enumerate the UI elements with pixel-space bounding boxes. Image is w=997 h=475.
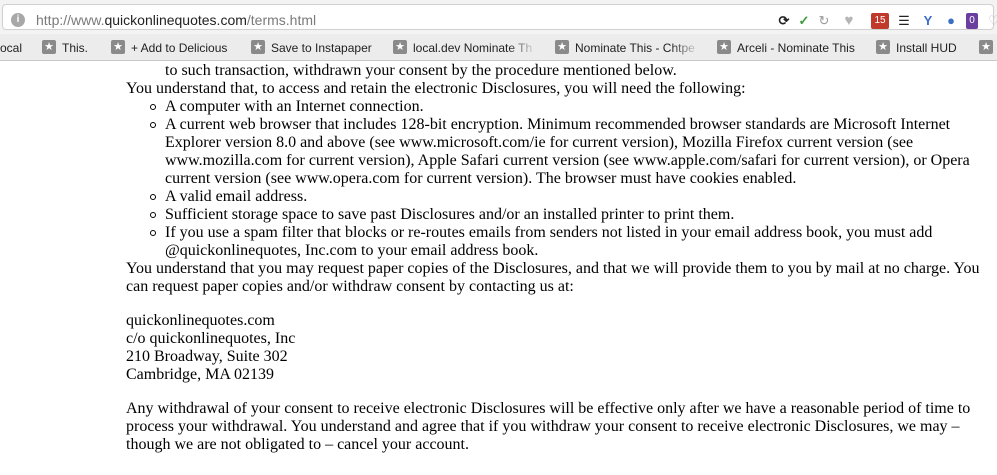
contact-address-line: 210 Broadway, Suite 302 xyxy=(126,348,288,365)
purple-extension-icon[interactable]: 0 xyxy=(966,13,978,29)
calendar-badge-count: 15 xyxy=(874,15,886,26)
checkmark-extension-icon[interactable]: ✓ xyxy=(796,13,812,29)
list-item-browser-cont: www.mozilla.com for current version), Ap… xyxy=(165,152,970,169)
list-item-computer: A computer with an Internet connection. xyxy=(165,98,424,115)
contact-address-line: quickonlinequotes.com xyxy=(126,312,275,329)
bookmarks-bar: ocal ★ This. ★ + Add to Delicious ★ Save to… xyxy=(0,34,997,61)
bookmark-add-to-delicious[interactable]: ★ + Add to Delicious xyxy=(111,38,227,56)
bookmark-label: + Add to Delicious xyxy=(131,40,228,55)
globe-icon[interactable]: ● xyxy=(943,13,959,29)
refresh-sync-icon[interactable]: ⟳ xyxy=(776,13,792,29)
address-bar: i http://www.quickonlinequotes.com/terms… xyxy=(0,0,997,34)
withdrawal-paragraph: Any withdrawal of your consent to receiv… xyxy=(126,400,971,417)
bookmark-label: Nominate This - Chtpe xyxy=(575,40,695,55)
url-text[interactable]: http://www.quickonlinequotes.com/terms.h… xyxy=(36,12,316,28)
bookmark-label: ocal xyxy=(0,40,23,55)
list-bullet xyxy=(150,230,156,236)
bookmark-label: Install HUD xyxy=(896,40,957,55)
contact-address-line: Cambridge, MA 02139 xyxy=(126,366,274,383)
heart-outline-icon[interactable]: ♡ xyxy=(986,13,997,29)
bookmark-label: local.dev Nominate Th xyxy=(413,40,533,55)
bookmark-local-dev-nominate[interactable]: ★ local.dev Nominate Th xyxy=(393,38,537,56)
star-icon: ★ xyxy=(111,39,125,54)
heart-icon[interactable]: ♥ xyxy=(841,13,857,29)
bookmark-save-to-instapaper[interactable]: ★ Save to Instapaper xyxy=(251,38,372,56)
list-item-email: A valid email address. xyxy=(165,188,308,205)
bookmark-local[interactable]: ocal xyxy=(0,38,22,56)
list-item-browser-cont: Explorer version 8.0 and above (see www.… xyxy=(165,134,914,151)
list-bullet xyxy=(150,194,156,200)
reload-icon[interactable]: ↻ xyxy=(816,13,832,29)
bookmark-arceli-nominate[interactable]: ★ Arceli - Nominate This xyxy=(717,38,855,56)
list-bullet xyxy=(150,122,156,128)
requirements-intro: You understand that, to access and retai… xyxy=(126,80,746,97)
calendar-badge-icon[interactable]: 15 xyxy=(871,13,889,29)
y-extension-icon[interactable]: Y xyxy=(920,13,936,29)
bookmark-label: Save to Instapaper xyxy=(271,40,372,55)
contact-address-line: c/o quickonlinequotes, Inc xyxy=(126,330,296,347)
star-icon: ★ xyxy=(717,39,731,54)
url-path: /terms.html xyxy=(246,12,317,28)
star-icon: ★ xyxy=(393,39,407,54)
bookmark-nominate-this-chtpe[interactable]: ★ Nominate This - Chtpe xyxy=(555,38,700,56)
bookmark-label: Arceli - Nominate This xyxy=(737,40,855,55)
url-domain: quickonlinequotes.com xyxy=(104,12,247,28)
star-icon: ★ xyxy=(555,39,569,54)
list-item-browser-cont: current version (see www.opera.com for c… xyxy=(165,170,797,187)
paper-copies-paragraph: You understand that you may request pape… xyxy=(126,260,980,277)
paper-copies-paragraph-cont: can request paper copies and/or withdraw… xyxy=(126,278,574,295)
text-line: to such transaction, withdrawn your cons… xyxy=(165,62,677,79)
list-bullet xyxy=(150,104,156,110)
withdrawal-paragraph-cont: though we are not obligated to – cancel … xyxy=(126,436,469,453)
star-icon: ★ xyxy=(251,39,265,54)
list-item-storage: Sufficient storage space to save past Di… xyxy=(165,206,735,223)
terms-content: to such transaction, withdrawn your cons… xyxy=(0,61,997,475)
layers-icon[interactable]: ☰ xyxy=(896,13,912,29)
star-icon: ★ xyxy=(979,39,993,54)
list-item-browser: A current web browser that includes 128-… xyxy=(165,116,951,133)
bookmark-this[interactable]: ★ This. xyxy=(42,38,88,56)
site-info-icon[interactable]: i xyxy=(11,13,25,27)
bookmark-overflow[interactable]: ★ xyxy=(979,38,997,56)
bookmark-install-hud[interactable]: ★ Install HUD xyxy=(876,38,957,56)
list-bullet xyxy=(150,212,156,218)
list-item-spam-filter: If you use a spam filter that blocks or … xyxy=(165,224,933,241)
bookmark-label: This. xyxy=(62,40,89,55)
url-prefix: http://www. xyxy=(36,12,105,28)
list-item-spam-filter-cont: @quickonlinequotes, Inc.com to your emai… xyxy=(165,242,539,259)
url-field[interactable]: i http://www.quickonlinequotes.com/terms… xyxy=(2,4,997,30)
withdrawal-paragraph-cont: process your withdrawal. You understand … xyxy=(126,418,960,435)
star-icon: ★ xyxy=(42,39,56,54)
star-icon: ★ xyxy=(876,39,890,54)
